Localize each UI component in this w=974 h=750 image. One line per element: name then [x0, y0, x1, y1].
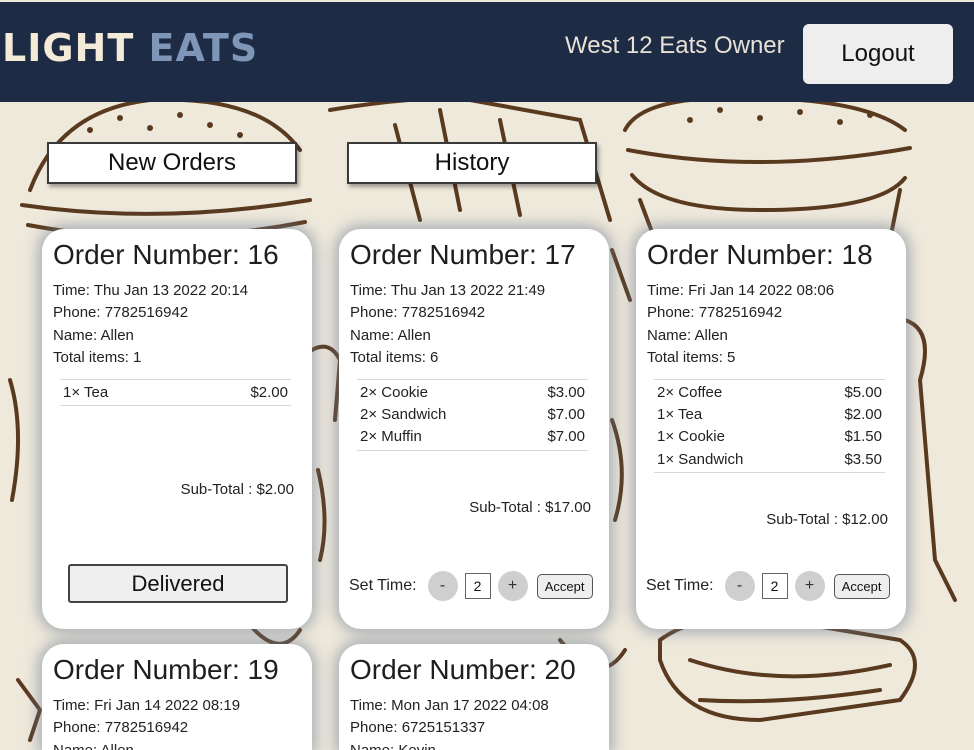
list-item: 2× Cookie $3.00 — [360, 383, 585, 401]
order-title: Order Number: 20 — [350, 654, 576, 685]
order-customer-name: Name: Allen — [53, 326, 134, 344]
set-time-control: Set Time: - + Accept — [349, 571, 593, 601]
set-time-label: Set Time: — [349, 577, 417, 594]
logout-button[interactable]: Logout — [803, 24, 953, 84]
order-customer-name: Name: Allen — [53, 740, 312, 750]
order-time: Time: Thu Jan 13 2022 21:49 — [350, 282, 546, 299]
increase-time-button[interactable]: + — [497, 571, 528, 601]
order-customer-name: Name: Kevin — [350, 740, 609, 750]
time-value-input[interactable] — [464, 573, 491, 599]
list-item: 1× Sandwich $3.50 — [657, 450, 882, 468]
order-title: Order Number: 19 — [53, 654, 279, 685]
order-phone: Phone: 6725151337 — [350, 719, 486, 737]
order-items-list: 2× Cookie $3.00 2× Sandwich $7.00 2× Muf… — [357, 378, 588, 451]
order-phone: Phone: 7782516942 — [53, 304, 189, 322]
order-items-list: 1× Tea $2.00 — [60, 378, 291, 407]
history-button[interactable]: History — [347, 142, 597, 184]
order-card: Order Number: 18 Time: Fri Jan 14 2022 0… — [636, 229, 906, 629]
top-header: LIGHT EATS West 12 Eats Owner Logout — [0, 2, 974, 102]
order-title: Order Number: 18 — [647, 239, 873, 270]
order-time: Time: Thu Jan 13 2022 20:14 — [53, 282, 249, 299]
logo-word-light: LIGHT — [2, 26, 135, 70]
order-total-items: Total items: 1 — [53, 349, 142, 367]
accept-button[interactable]: Accept — [833, 573, 890, 599]
list-item: 2× Sandwich $7.00 — [360, 406, 585, 424]
order-subtotal: Sub-Total : $2.00 — [180, 481, 294, 498]
list-item: 2× Muffin $7.00 — [360, 428, 585, 446]
order-card: Order Number: 17 Time: Thu Jan 13 2022 2… — [339, 229, 609, 629]
list-item: 1× Tea $2.00 — [657, 406, 882, 424]
order-phone: Phone: 7782516942 — [350, 304, 486, 322]
list-item: 1× Tea $2.00 — [63, 383, 288, 401]
order-card: Order Number: 19 Time: Fri Jan 14 2022 0… — [42, 644, 312, 750]
order-card: Order Number: 20 Time: Mon Jan 17 2022 0… — [339, 644, 609, 750]
list-item: 2× Coffee $5.00 — [657, 383, 882, 401]
order-subtotal: Sub-Total : $17.00 — [469, 499, 591, 516]
increase-time-button[interactable]: + — [794, 571, 825, 601]
order-title: Order Number: 16 — [53, 239, 279, 270]
order-total-items: Total items: 5 — [647, 349, 736, 367]
order-phone: Phone: 7782516942 — [53, 719, 189, 737]
order-total-items: Total items: 6 — [350, 349, 439, 367]
delivered-button[interactable]: Delivered — [68, 564, 288, 603]
order-subtotal: Sub-Total : $12.00 — [766, 511, 888, 528]
time-value-input[interactable] — [761, 573, 788, 599]
list-item: 1× Cookie $1.50 — [657, 428, 882, 446]
app-logo[interactable]: LIGHT EATS — [2, 28, 258, 68]
order-customer-name: Name: Allen — [647, 326, 728, 344]
order-phone: Phone: 7782516942 — [647, 304, 783, 322]
decrease-time-button[interactable]: - — [724, 571, 755, 601]
order-time: Time: Fri Jan 14 2022 08:06 — [647, 282, 835, 299]
order-items-list: 2× Coffee $5.00 1× Tea $2.00 1× Cookie $… — [654, 378, 885, 474]
new-orders-button[interactable]: New Orders — [47, 142, 297, 184]
logo-word-eats: EATS — [148, 26, 259, 70]
set-time-label: Set Time: — [646, 577, 714, 594]
order-time: Time: Fri Jan 14 2022 08:19 — [53, 697, 241, 714]
owner-name: West 12 Eats Owner — [565, 32, 785, 59]
set-time-control: Set Time: - + Accept — [646, 571, 890, 601]
order-time: Time: Mon Jan 17 2022 04:08 — [350, 697, 549, 714]
decrease-time-button[interactable]: - — [427, 571, 458, 601]
order-title: Order Number: 17 — [350, 239, 576, 270]
order-customer-name: Name: Allen — [350, 326, 431, 344]
order-card: Order Number: 16 Time: Thu Jan 13 2022 2… — [42, 229, 312, 629]
accept-button[interactable]: Accept — [536, 573, 593, 599]
